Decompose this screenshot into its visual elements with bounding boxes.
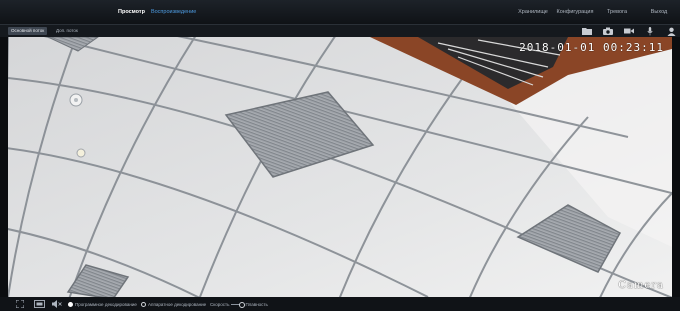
software-decoding-option[interactable]: Программное декодирование xyxy=(68,299,137,309)
nav-live-view[interactable]: Просмотр xyxy=(118,9,145,15)
hardware-decoding-radio[interactable] xyxy=(141,301,146,307)
top-navigation-bar: Просмотр Воспроизведение Хранилище Конфи… xyxy=(0,0,680,24)
hardware-decoding-label: Аппаратное декодирование xyxy=(148,301,207,307)
speed-smoothness-slider[interactable] xyxy=(231,301,246,308)
user-icon[interactable] xyxy=(666,27,676,36)
nav-logout[interactable]: Выход xyxy=(638,9,680,15)
osd-timestamp: 2018-01-01 00:23:11 xyxy=(519,41,664,54)
microphone-icon[interactable] xyxy=(645,26,655,36)
software-decoding-label: Программное декодирование xyxy=(75,301,137,307)
osd-camera-name: Camera xyxy=(618,280,664,291)
speed-fluency-control: Скорость Плавность xyxy=(210,299,268,309)
nav-configuration[interactable]: Конфигурация xyxy=(554,9,596,15)
video-toolbar xyxy=(582,26,676,36)
nav-right-group: Хранилище Конфигурация Тревога Выход xyxy=(512,0,680,24)
folder-icon[interactable] xyxy=(582,27,592,36)
nav-left-group: Просмотр Воспроизведение xyxy=(118,0,196,24)
bottom-control-bar: Программное декодирование Аппаратное дек… xyxy=(0,297,680,311)
speed-label: Скорость xyxy=(210,301,230,307)
ceiling-video-frame xyxy=(8,37,672,297)
nav-playback[interactable]: Воспроизведение xyxy=(151,9,196,15)
smoothness-label: Плавность xyxy=(245,301,268,307)
tab-main-stream[interactable]: Основной поток xyxy=(8,27,48,35)
software-decoding-radio[interactable] xyxy=(68,301,73,307)
slider-knob[interactable] xyxy=(239,301,246,308)
nav-storage[interactable]: Хранилище xyxy=(512,9,554,15)
camera-icon[interactable] xyxy=(603,27,613,36)
live-video-view[interactable]: 2018-01-01 00:23:11 Camera xyxy=(8,37,672,297)
video-record-icon[interactable] xyxy=(624,27,634,36)
tab-sub-stream[interactable]: Доп. поток xyxy=(53,27,81,35)
nav-alarm[interactable]: Тревога xyxy=(596,9,638,15)
volume-mute-icon[interactable] xyxy=(52,299,62,309)
aspect-ratio-icon[interactable] xyxy=(34,299,45,309)
stream-bar: Основной поток Доп. поток xyxy=(0,25,680,37)
hardware-decoding-option[interactable]: Аппаратное декодирование xyxy=(141,299,206,309)
fullscreen-icon[interactable] xyxy=(16,299,24,309)
